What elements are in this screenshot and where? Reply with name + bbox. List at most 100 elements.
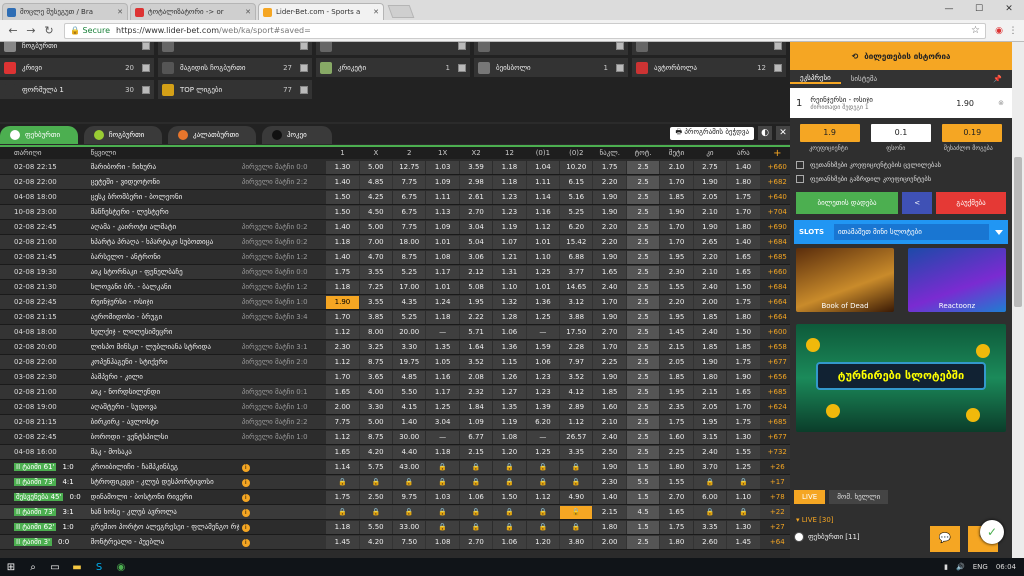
match-name[interactable]: სლოვანი ბრ. - ბალკანი [91, 283, 242, 291]
odd-cell[interactable]: 🔒 [493, 475, 526, 489]
odd-cell[interactable]: 1.95 [693, 415, 727, 429]
odd-cell[interactable]: 1.10 [526, 250, 560, 264]
table-row[interactable]: 02-08 21:00 ხპარტა პრაღა - ხპარტაკი სუბოთ… [0, 235, 790, 250]
odd-cell[interactable]: 🔒 [326, 505, 359, 519]
odd-cell[interactable]: 🔒 [459, 475, 493, 489]
odd-cell[interactable]: 1.75 [660, 520, 693, 534]
forward-arrow-icon[interactable]: → [22, 24, 40, 37]
odd-cell[interactable]: 1.08 [493, 430, 526, 444]
odd-cell[interactable]: 1.01 [526, 235, 560, 249]
odd-cell[interactable]: 1.70 [326, 370, 359, 384]
sport-checkbox[interactable] [616, 63, 624, 72]
odd-cell[interactable]: 1.80 [593, 520, 626, 534]
odd-cell[interactable]: 2.10 [660, 160, 693, 174]
odd-cell[interactable]: 3.65 [359, 370, 393, 384]
odd-cell[interactable]: 10.20 [560, 160, 593, 174]
more-markets-button[interactable]: +64 [765, 538, 791, 546]
table-row[interactable]: 02-08 21:15 აერომიდოსი - ბრუგი პირველი მატ… [0, 310, 790, 325]
table-row[interactable]: 04-08 16:00 მაკ - მოსაკა 1.65 4.20 4.40 1.18 2… [0, 445, 790, 460]
odd-cell[interactable]: 🔒 [426, 475, 459, 489]
odd-cell[interactable]: 1.90 [593, 190, 626, 204]
odd-cell[interactable]: 1.27 [493, 385, 526, 399]
odd-cell[interactable]: 2.32 [459, 385, 493, 399]
odd-cell[interactable]: 2.05 [693, 400, 727, 414]
more-markets-button[interactable]: +685 [765, 388, 791, 396]
odd-cell[interactable]: 18.00 [393, 235, 426, 249]
odd-cell[interactable]: 1.11 [526, 175, 560, 189]
sport-checkbox[interactable] [142, 63, 150, 72]
odd-cell[interactable]: 26.57 [560, 430, 593, 444]
scrollbar-thumb[interactable] [1014, 157, 1022, 307]
odd-cell[interactable]: 1.08 [426, 250, 459, 264]
odd-cell[interactable]: 🔒 [459, 520, 493, 534]
odd-cell[interactable]: 2.40 [693, 280, 727, 294]
odd-cell[interactable]: 4.15 [393, 400, 426, 414]
odd-cell[interactable]: 20.00 [393, 325, 426, 339]
odd-cell[interactable]: 1.01 [426, 280, 459, 294]
odd-cell[interactable]: 2.30 [660, 265, 693, 279]
odd-cell[interactable]: 1.26 [493, 370, 526, 384]
odd-cell[interactable]: 2.70 [459, 205, 493, 219]
odd-cell[interactable]: 1.20 [526, 535, 560, 549]
odd-cell[interactable]: 1.85 [593, 385, 626, 399]
table-row[interactable]: 02-08 19:00 აღაშტერი - სუდოვა პირველი მატჩ… [0, 400, 790, 415]
odd-cell[interactable]: 5.00 [359, 220, 393, 234]
odd-cell[interactable]: 2.20 [660, 295, 693, 309]
odd-cell[interactable]: 2.15 [660, 340, 693, 354]
odd-cell[interactable]: 1.90 [593, 370, 626, 384]
print-program-button[interactable]: 🖶 პროგრამის ბეჭდვა [670, 126, 754, 140]
odd-cell[interactable]: 30.00 [393, 430, 426, 444]
chevron-down-icon[interactable] [995, 229, 1003, 235]
close-window-button[interactable]: ✕ [994, 0, 1024, 18]
odd-cell[interactable]: 5.75 [359, 460, 393, 474]
table-row[interactable]: 02-08 20:00 ლისპო მინსკი - ლუბლიანა სტრიდ… [0, 340, 790, 355]
odd-cell[interactable]: 1.65 [326, 445, 359, 459]
odd-cell[interactable]: 1.40 [326, 175, 359, 189]
bookmark-star-icon[interactable]: ☆ [971, 25, 980, 36]
odd-cell[interactable]: 3.30 [393, 340, 426, 354]
odd-cell[interactable]: 2.5 [626, 385, 660, 399]
menu-dots-icon[interactable]: ⋮ [1006, 26, 1020, 36]
odd-cell[interactable]: 1.64 [459, 340, 493, 354]
maximize-button[interactable]: ☐ [964, 0, 994, 18]
odd-cell[interactable]: 43.00 [393, 460, 426, 474]
more-markets-button[interactable]: +660 [765, 268, 791, 276]
sport-checkbox[interactable] [774, 63, 782, 72]
sport-checkbox[interactable] [300, 63, 308, 72]
odd-cell[interactable]: 1.40 [727, 160, 760, 174]
sport-item[interactable] [158, 42, 312, 56]
odd-cell[interactable]: 6.20 [560, 220, 593, 234]
odd-cell[interactable]: 1.35 [426, 340, 459, 354]
odd-cell[interactable]: 1.40 [593, 490, 626, 504]
task-view-icon[interactable]: ▭ [44, 562, 66, 573]
match-name[interactable]: აიკ - ნორდსილენდი [91, 388, 242, 396]
odd-cell[interactable]: 1.90 [693, 220, 727, 234]
odd-cell[interactable]: 3.15 [693, 430, 727, 444]
live-table-row[interactable]: II ტაიმი 73' 4:1 სტროფიკეცი - კლუბ დესპორტ… [0, 475, 790, 490]
table-row[interactable]: 02-08 22:45 რეინჯერსი - ოსიჯი პირველი მატჩ… [0, 295, 790, 310]
match-name[interactable]: მონტრეალი - პუებლა [91, 538, 242, 546]
odd-cell[interactable]: 17.50 [560, 325, 593, 339]
odd-cell[interactable]: 🔒 [459, 460, 493, 474]
odd-cell[interactable]: 1.12 [326, 325, 359, 339]
more-markets-button[interactable]: +22 [765, 508, 791, 516]
odd-cell[interactable]: — [426, 325, 459, 339]
live-table-row[interactable]: შესვენება 45' 0:0 დინამოლი - ბოსტონი რივერ… [0, 490, 790, 505]
more-markets-button[interactable]: +26 [765, 463, 791, 471]
odd-cell[interactable]: 🔒 [359, 505, 393, 519]
odd-cell[interactable]: 1.18 [493, 175, 526, 189]
odd-cell[interactable]: 1.45 [727, 535, 760, 549]
odd-cell[interactable]: 1.55 [660, 280, 693, 294]
odd-cell[interactable]: 1.50 [326, 190, 359, 204]
odd-cell[interactable]: 2.5 [626, 325, 660, 339]
odd-cell[interactable]: 2.30 [326, 340, 359, 354]
odd-cell[interactable]: 🔒 [493, 520, 526, 534]
odd-cell[interactable]: 1.40 [326, 250, 359, 264]
odd-cell[interactable]: 🔒 [693, 505, 727, 519]
odd-cell[interactable]: 2.10 [693, 265, 727, 279]
more-markets-button[interactable]: +660 [765, 163, 791, 171]
sport-item[interactable] [632, 42, 786, 56]
odd-cell[interactable]: 2.5 [626, 370, 660, 384]
match-name[interactable]: დინამოლი - ბოსტონი რივერი [91, 493, 242, 501]
game-reactoonz[interactable]: Reactoonz [908, 248, 1006, 312]
